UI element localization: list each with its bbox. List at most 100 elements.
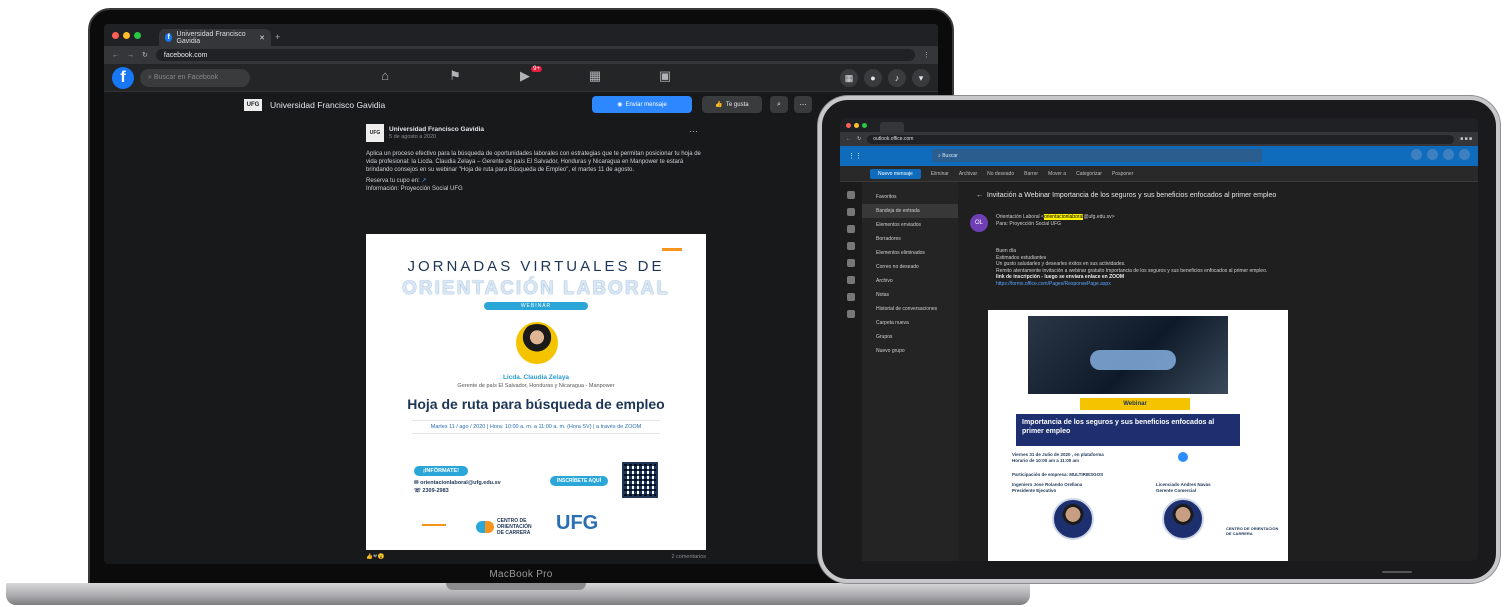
flag-icon[interactable]: ⚑: [444, 68, 466, 88]
ipad-browser-tab[interactable]: [880, 122, 904, 132]
ribbon-junk[interactable]: No deseado: [987, 171, 1014, 177]
onedrive-icon[interactable]: [847, 276, 855, 284]
outlook-settings-gear-icon[interactable]: [1427, 149, 1438, 160]
reload-icon[interactable]: ↻: [142, 51, 148, 59]
more-options-icon[interactable]: ⋮: [923, 51, 930, 59]
facebook-navbar: f ⌕ Buscar en Facebook ⌂ ⚑ ▶ 9+ ▦ ▣ ▦ ● ♪…: [104, 64, 938, 92]
watch-icon[interactable]: ▶ 9+: [514, 66, 542, 88]
folder-drafts[interactable]: Borradores: [862, 232, 958, 246]
like-page-button[interactable]: 👍 Te gusta: [702, 96, 762, 113]
close-window-icon[interactable]: [112, 31, 119, 39]
poster-contact: ✉ orientacionlaboral@ufg.edu.sv ☏ 2309-2…: [414, 479, 501, 495]
notifications-bell-icon[interactable]: ♪: [888, 69, 906, 87]
poster-accent: [662, 248, 682, 251]
folder-archive[interactable]: Archivo: [862, 274, 958, 288]
post-author-avatar[interactable]: UFG: [366, 124, 384, 142]
flyer-center-logo: CENTRO DE ORIENTACIÓN DE CARRERA: [1226, 526, 1279, 536]
folder-conversation-history[interactable]: Historial de conversaciones: [862, 302, 958, 316]
ipad-screen: ← ↻ outlook.office.com ■ ■ ■ ⋮⋮ ⌕ Buscar…: [840, 118, 1478, 561]
search-page-button[interactable]: ⌕: [770, 96, 788, 113]
teams-icon[interactable]: [1411, 149, 1422, 160]
page-name[interactable]: Universidad Francisco Gavidia: [270, 100, 385, 110]
messenger-icon[interactable]: ●: [864, 69, 882, 87]
help-icon[interactable]: [1443, 149, 1454, 160]
poster-email: ✉ orientacionlaboral@ufg.edu.sv: [414, 480, 501, 486]
post-signup-line: Reserva tu cupo en: ↗: [366, 177, 706, 185]
send-message-button[interactable]: ◉ Enviar mensaje: [592, 96, 692, 113]
more-page-options-button[interactable]: ⋯: [794, 96, 812, 113]
maximize-window-icon[interactable]: [134, 31, 141, 39]
ribbon-sweep[interactable]: Barrer: [1024, 171, 1038, 177]
post-date[interactable]: 5 de agosto a 2020: [389, 134, 484, 140]
ipad-close-window-icon[interactable]: [846, 122, 851, 128]
close-tab-icon[interactable]: ✕: [259, 34, 265, 42]
address-bar[interactable]: facebook.com: [155, 49, 915, 61]
messenger-icon: ◉: [617, 102, 623, 108]
calendar-icon[interactable]: [847, 208, 855, 216]
career-center-mark-icon: [476, 521, 494, 533]
office-icon[interactable]: [847, 293, 855, 301]
home-icon[interactable]: ⌂: [374, 68, 396, 88]
poster-headline: Hoja de ruta para búsqueda de empleo: [407, 396, 665, 412]
groups-icon[interactable]: ▣: [654, 68, 676, 88]
comments-count[interactable]: 2 comentarios: [671, 554, 706, 564]
email-sender[interactable]: Orientación Laboral <orientacionlaboral@…: [996, 214, 1115, 221]
facebook-search-input[interactable]: ⌕ Buscar en Facebook: [140, 68, 250, 87]
folder-groups[interactable]: Grupos: [862, 330, 958, 344]
webinar-poster-image[interactable]: JORNADAS VIRTUALES DE ORIENTACIÓN LABORA…: [366, 234, 706, 550]
ribbon-delete[interactable]: Eliminar: [931, 171, 949, 177]
folder-sent[interactable]: Elementos enviados: [862, 218, 958, 232]
speaker-1-photo: [1052, 498, 1094, 540]
folder-junk[interactable]: Correo no deseado: [862, 260, 958, 274]
files-icon[interactable]: [847, 259, 855, 267]
ipad-maximize-window-icon[interactable]: [862, 122, 867, 128]
folder-favorites[interactable]: Favoritos: [862, 190, 958, 204]
ipad-back-icon[interactable]: ←: [846, 136, 851, 142]
back-arrow-icon[interactable]: ←: [976, 192, 987, 199]
post-author[interactable]: Universidad Francisco Gavidia: [389, 126, 484, 133]
folder-inbox[interactable]: Bandeja de entrada: [862, 204, 958, 218]
ipad-extensions-icon[interactable]: ■ ■ ■: [1460, 136, 1472, 142]
browser-tabbar: f Universidad Francisco Gavidia ✕ +: [104, 24, 938, 46]
account-chevron-down-icon[interactable]: ▾: [912, 69, 930, 87]
app-launcher-icon[interactable]: ⋮⋮: [848, 152, 862, 160]
flyer-speaker-1-role: Presidente Ejecutivo: [1012, 488, 1057, 493]
ribbon-move[interactable]: Mover a: [1048, 171, 1066, 177]
ribbon-snooze[interactable]: Posponer: [1112, 171, 1133, 177]
page-header-bar: UFG Universidad Francisco Gavidia ◉ Envi…: [104, 92, 938, 118]
facebook-logo-icon[interactable]: f: [112, 66, 134, 89]
folder-new-group[interactable]: Nuevo grupo: [862, 344, 958, 358]
browser-tab[interactable]: f Universidad Francisco Gavidia ✕: [159, 29, 271, 46]
ribbon-categorize[interactable]: Categorizar: [1076, 171, 1102, 177]
people-icon[interactable]: [847, 225, 855, 233]
onenote-icon[interactable]: [847, 310, 855, 318]
outlook-avatar[interactable]: [1459, 149, 1470, 160]
back-icon[interactable]: ←: [112, 52, 119, 59]
ipad-minimize-window-icon[interactable]: [854, 122, 859, 128]
sender-avatar[interactable]: OL: [970, 214, 988, 232]
post-signup-link[interactable]: ↗: [421, 178, 426, 184]
ipad-address-bar[interactable]: outlook.office.com: [867, 134, 1455, 144]
ribbon-archive[interactable]: Archivar: [959, 171, 977, 177]
folder-notes[interactable]: Notas: [862, 288, 958, 302]
new-tab-icon[interactable]: +: [275, 32, 280, 42]
page-avatar[interactable]: UFG: [244, 99, 262, 111]
email-signup-link[interactable]: https://forms.office.com/Pages/ResponseP…: [996, 281, 1376, 288]
ipad-browser-toolbar: ← ↻ outlook.office.com ■ ■ ■: [840, 132, 1478, 146]
minimize-window-icon[interactable]: [123, 31, 130, 39]
speaker-2-photo: [1162, 498, 1204, 540]
forward-icon[interactable]: →: [127, 52, 134, 59]
address-url: facebook.com: [163, 51, 208, 59]
marketplace-icon[interactable]: ▦: [584, 68, 606, 88]
folder-new[interactable]: Carpeta nueva: [862, 316, 958, 330]
post-more-options-icon[interactable]: ⋯: [689, 126, 698, 137]
new-message-button[interactable]: Nuevo mensaje: [870, 168, 921, 179]
outlook-search-input[interactable]: ⌕ Buscar: [932, 149, 1262, 162]
menu-grid-icon[interactable]: ▦: [840, 69, 858, 87]
folder-deleted[interactable]: Elementos eliminados: [862, 246, 958, 260]
ipad-reload-icon[interactable]: ↻: [857, 136, 861, 142]
tasks-icon[interactable]: [847, 242, 855, 250]
webinar-flyer-image[interactable]: Webinar Importancia de los seguros y sus…: [988, 310, 1288, 561]
mail-icon[interactable]: [847, 191, 855, 199]
reactions-icon[interactable]: 👍❤😮: [366, 554, 384, 564]
